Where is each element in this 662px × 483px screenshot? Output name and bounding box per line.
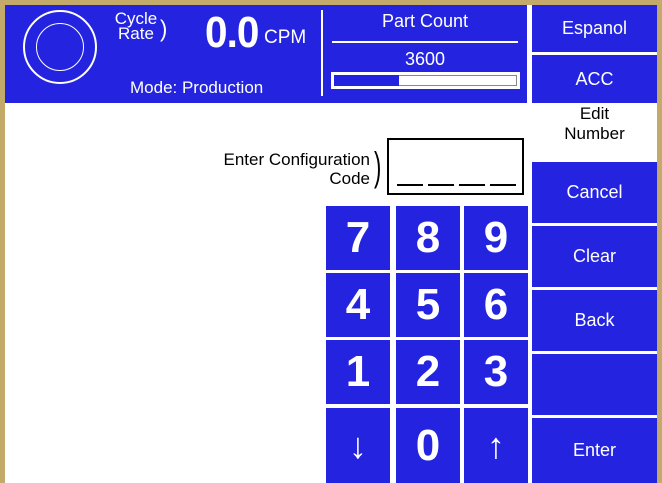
key-1[interactable]: 1: [326, 340, 390, 404]
cycle-rate-unit: CPM: [264, 27, 307, 48]
digit-slot: [459, 184, 485, 186]
acc-button[interactable]: ACC: [532, 55, 657, 103]
cycle-rate-value: 0.0: [205, 8, 259, 57]
edit-title-line2: Number: [564, 124, 625, 143]
edit-number-title: Edit Number: [532, 104, 657, 144]
cycle-brace-icon: ): [160, 15, 168, 42]
clear-button[interactable]: Clear: [532, 226, 657, 287]
key-6[interactable]: 6: [464, 273, 528, 337]
blank-button[interactable]: [532, 354, 657, 415]
header-divider: [321, 10, 323, 96]
digit-slot: [428, 184, 454, 186]
key-5[interactable]: 5: [396, 273, 460, 337]
key-3[interactable]: 3: [464, 340, 528, 404]
enter-button[interactable]: Enter: [532, 418, 657, 483]
key-4[interactable]: 4: [326, 273, 390, 337]
key-2[interactable]: 2: [396, 340, 460, 404]
edit-title-line1: Edit: [579, 104, 610, 123]
part-count-title: Part Count: [381, 11, 469, 31]
back-button[interactable]: Back: [532, 290, 657, 351]
progress-fill: [334, 75, 399, 86]
prompt-line2: Code: [329, 169, 370, 188]
config-code-field[interactable]: [387, 138, 524, 195]
prompt-brace-icon: ): [373, 145, 382, 189]
key-9[interactable]: 9: [464, 206, 528, 270]
key-up-arrow-icon[interactable]: ↑: [464, 408, 528, 483]
part-count-value: 3600: [404, 49, 446, 69]
cycle-gauge-inner-icon: [36, 23, 84, 71]
key-7[interactable]: 7: [326, 206, 390, 270]
key-8[interactable]: 8: [396, 206, 460, 270]
key-down-arrow-icon[interactable]: ↓: [326, 408, 390, 483]
prompt-line1: Enter Configuration: [223, 150, 370, 169]
mode-label: Mode: Production: [130, 78, 264, 97]
config-code-prompt: Enter Configuration Code: [190, 150, 370, 188]
cycle-rate-label: Cycle Rate: [106, 10, 166, 43]
digit-slot: [490, 184, 516, 186]
language-button[interactable]: Espanol: [532, 5, 657, 52]
cancel-button[interactable]: Cancel: [532, 162, 657, 223]
cycle-label-line2: Rate: [118, 24, 154, 43]
key-0[interactable]: 0: [396, 408, 460, 483]
part-count-progress-bar: [331, 72, 520, 89]
digit-slot: [397, 184, 423, 186]
part-count-rule: [332, 41, 518, 43]
